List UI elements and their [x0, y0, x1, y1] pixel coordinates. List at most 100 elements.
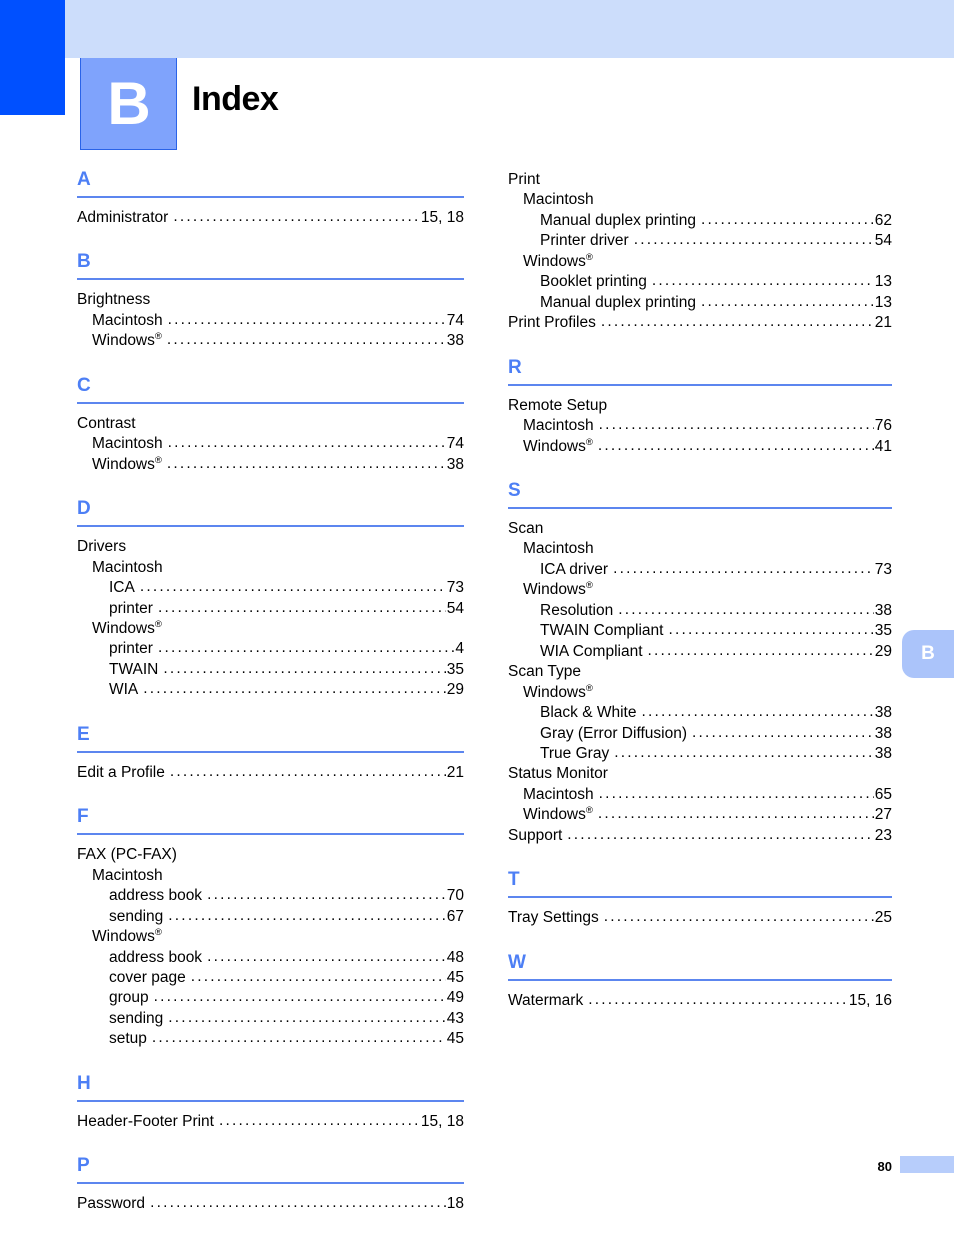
index-entry[interactable]: Windows®................................… [508, 252, 892, 272]
index-entry[interactable]: Scan....................................… [508, 519, 892, 539]
index-entry[interactable]: Windows®................................… [508, 683, 892, 703]
index-entry-leader: ........................................… [218, 1111, 420, 1129]
index-entry-label: Drivers [77, 538, 127, 556]
index-entry[interactable]: Support.................................… [508, 826, 892, 846]
index-entry[interactable]: cover page..............................… [77, 968, 464, 988]
index-entry[interactable]: TWAIN Compliant.........................… [508, 621, 892, 641]
index-entry[interactable]: Printer driver..........................… [508, 231, 892, 251]
index-entry[interactable]: Macintosh...............................… [508, 785, 892, 805]
index-entry[interactable]: Macintosh...............................… [508, 416, 892, 436]
index-entry[interactable]: Windows®................................… [77, 455, 464, 475]
index-section-heading: H [77, 1074, 464, 1102]
index-entry-label: ICA [109, 579, 135, 597]
index-entry[interactable]: ICA driver..............................… [508, 560, 892, 580]
index-entry[interactable]: Macintosh...............................… [77, 434, 464, 454]
index-entry[interactable]: Remote Setup............................… [508, 396, 892, 416]
index-section: P Password...............................… [77, 1156, 464, 1214]
index-section-heading: E [77, 725, 464, 753]
index-entry[interactable]: TWAIN...................................… [77, 660, 464, 680]
index-entry-label: Printer driver [540, 232, 629, 250]
index-entry-pages: 74 [446, 311, 464, 329]
index-entry[interactable]: Macintosh...............................… [77, 311, 464, 331]
page-title: Index [192, 80, 279, 118]
index-entry[interactable]: Booklet printing........................… [508, 272, 892, 292]
index-entry-pages: 4 [455, 640, 464, 658]
index-entry-pages: 62 [874, 211, 892, 229]
index-entry-label: printer [109, 640, 153, 658]
index-entry-label: Administrator [77, 209, 169, 226]
footer-accent-bar [900, 1156, 954, 1173]
index-entry[interactable]: Windows®................................… [508, 580, 892, 600]
index-entry[interactable]: Windows®................................… [508, 805, 892, 825]
index-entry[interactable]: ICA.....................................… [77, 578, 464, 598]
index-entry[interactable]: Macintosh...............................… [77, 866, 464, 886]
index-entry[interactable]: printer.................................… [77, 639, 464, 659]
index-entry[interactable]: address book............................… [77, 948, 464, 968]
index-section: W Watermark..............................… [508, 953, 892, 1011]
index-entry[interactable]: True Gray...............................… [508, 744, 892, 764]
index-entry-label: Scan [508, 519, 544, 537]
index-entry[interactable]: Contrast................................… [77, 414, 464, 434]
index-entry-label: Windows® [523, 436, 593, 455]
index-entry[interactable]: Windows®................................… [77, 331, 464, 351]
index-entry-pages: 38 [874, 744, 892, 762]
index-entry-pages: 76 [874, 417, 892, 435]
index-entry[interactable]: Windows®................................… [77, 927, 464, 947]
index-entry-label: TWAIN [109, 660, 159, 678]
index-entry[interactable]: sending.................................… [77, 907, 464, 927]
index-entry[interactable]: Edit a Profile..........................… [77, 763, 464, 783]
index-entry-leader: ........................................… [157, 598, 446, 616]
index-entry[interactable]: Scan Type...............................… [508, 662, 892, 682]
index-entry[interactable]: Windows®................................… [508, 437, 892, 457]
index-entry[interactable]: Macintosh...............................… [77, 558, 464, 578]
index-entry[interactable]: WIA.....................................… [77, 680, 464, 700]
thumb-tab-letter: B [921, 643, 935, 664]
index-entry-label: Password [77, 1195, 146, 1213]
index-entry-leader: ........................................… [618, 600, 874, 618]
index-entry[interactable]: sending.................................… [77, 1009, 464, 1029]
index-entry[interactable]: Manual duplex printing..................… [508, 211, 892, 231]
index-entry-leader: ........................................… [597, 805, 874, 823]
index-entry-leader: ........................................… [143, 680, 445, 698]
index-entry[interactable]: address book............................… [77, 886, 464, 906]
index-entry[interactable]: Print Profiles..........................… [508, 313, 892, 333]
index-entry[interactable]: Gray (Error Diffusion)..................… [508, 724, 892, 744]
index-entry-leader: ........................................… [567, 825, 874, 843]
index-entry[interactable]: Password................................… [77, 1194, 464, 1214]
index-entry[interactable]: Manual duplex printing..................… [508, 293, 892, 313]
index-entry-pages: 65 [874, 785, 892, 803]
index-entry[interactable]: Resolution..............................… [508, 601, 892, 621]
index-entry[interactable]: Macintosh...............................… [508, 190, 892, 210]
index-entry-leader: ........................................… [613, 559, 874, 577]
index-entry[interactable]: Header-Footer Print.....................… [77, 1112, 464, 1132]
index-entry[interactable]: Tray Settings...........................… [508, 908, 892, 928]
index-entry-label: group [109, 989, 149, 1007]
index-entry[interactable]: Drivers.................................… [77, 537, 464, 557]
index-entry-pages: 21 [874, 314, 892, 332]
index-entry[interactable]: Brightness..............................… [77, 290, 464, 310]
index-entry-leader: ........................................… [166, 331, 446, 349]
index-entry[interactable]: group...................................… [77, 988, 464, 1008]
index-entry[interactable]: WIA Compliant...........................… [508, 642, 892, 662]
index-entry[interactable]: Windows®................................… [77, 619, 464, 639]
index-entry[interactable]: Watermark...............................… [508, 991, 892, 1011]
index-entry[interactable]: Status Monitor..........................… [508, 764, 892, 784]
registered-trademark-icon: ® [585, 682, 593, 694]
header-banner-light [65, 0, 954, 58]
index-entry[interactable]: Black & White...........................… [508, 703, 892, 723]
index-entry[interactable]: Administrator...........................… [77, 208, 464, 228]
index-entry[interactable]: Macintosh...............................… [508, 539, 892, 559]
index-entry-leader: ........................................… [157, 639, 454, 657]
index-entry[interactable]: FAX (PC-FAX)............................… [77, 845, 464, 865]
index-entry-pages: 23 [874, 826, 892, 844]
index-section-heading: D [77, 499, 464, 528]
index-entry[interactable]: Print...................................… [508, 170, 892, 190]
index-entry-pages: 13 [874, 273, 892, 291]
index-section-heading: P [77, 1156, 464, 1185]
index-entry-label: Windows® [523, 580, 593, 599]
index-entry-label: Windows® [92, 454, 162, 473]
index-entry[interactable]: printer.................................… [77, 599, 464, 619]
index-entry[interactable]: setup...................................… [77, 1029, 464, 1049]
index-entry-label: Print [508, 171, 540, 188]
index-entry-pages: 67 [446, 907, 464, 925]
